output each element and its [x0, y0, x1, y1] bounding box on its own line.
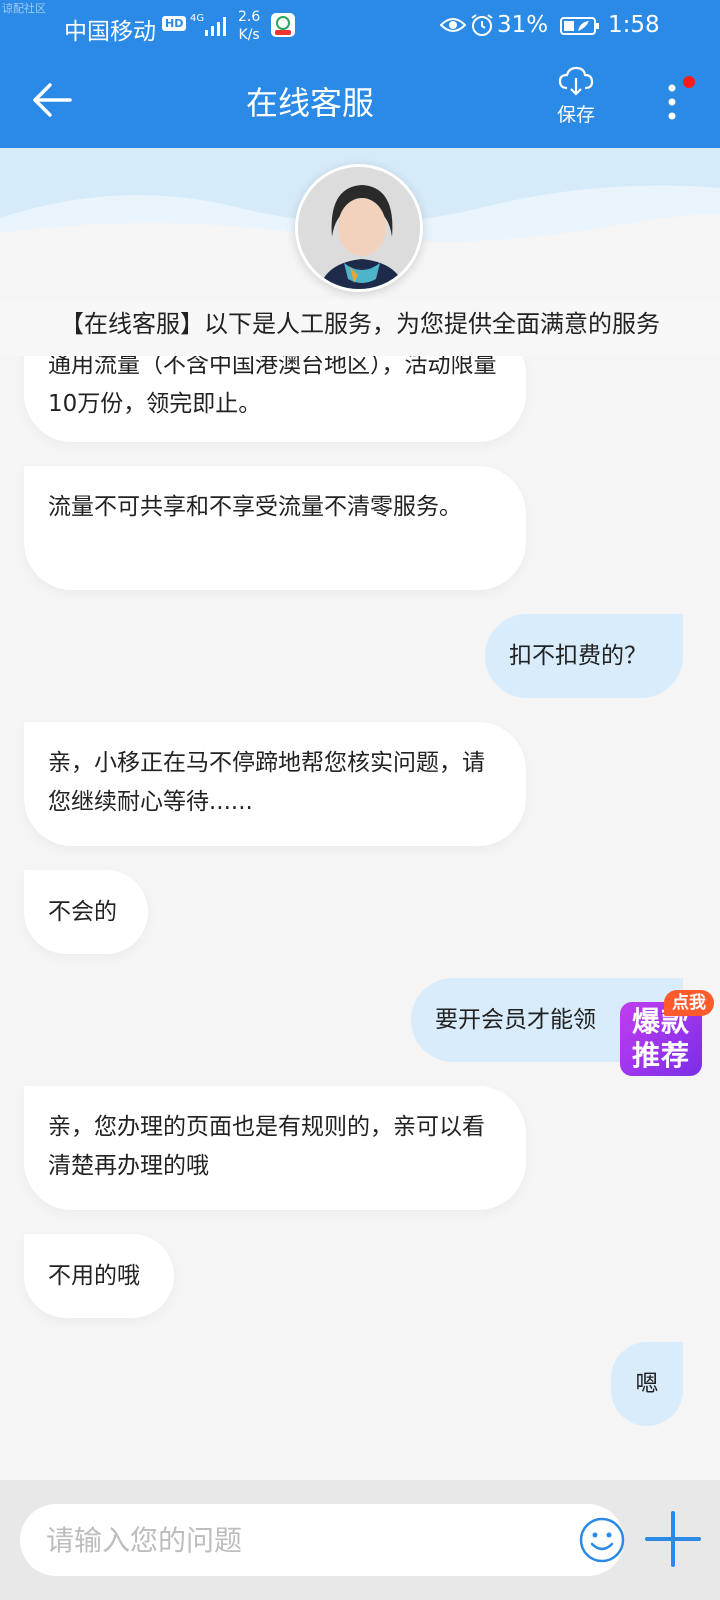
promo-tag: 点我 — [664, 990, 714, 1016]
speed-value: 2.6 — [238, 9, 261, 25]
service-notice: 【在线客服】以下是人工服务，为您提供全面满意的服务 — [0, 300, 720, 356]
add-attachment-icon[interactable] — [644, 1510, 702, 1568]
hd-badge: HD — [162, 16, 187, 31]
message-agent: 亲，您办理的页面也是有规则的，亲可以看清楚再办理的哦 — [24, 1086, 526, 1210]
message-agent: 通用流量（不含中国港澳台地区），活动限量10万份，领完即止。 — [24, 356, 526, 442]
message-user: 嗯 — [611, 1342, 683, 1426]
eye-icon — [440, 18, 466, 32]
input-box — [20, 1504, 626, 1576]
message-agent: 不会的 — [24, 870, 148, 954]
battery-icon — [560, 17, 599, 35]
network-type: 4G — [190, 13, 205, 24]
message-agent: 流量不可共享和不享受流量不清零服务。 — [24, 466, 526, 590]
emoji-icon[interactable] — [578, 1516, 626, 1564]
message-agent: 不用的哦 — [24, 1234, 174, 1318]
speed-unit: K/s — [238, 27, 260, 43]
chat-history[interactable]: 通用流量（不含中国港澳台地区），活动限量10万份，领完即止。 流量不可共享和不享… — [0, 356, 720, 1480]
save-button[interactable]: 保存 — [548, 66, 604, 127]
network-speed: 2.6 K/s — [238, 8, 260, 44]
message-agent: 亲，小移正在马不停蹄地帮您核实问题，请您继续耐心等待...... — [24, 722, 526, 846]
notification-dot — [683, 76, 695, 88]
signal-icon — [205, 17, 226, 36]
alarm-icon — [471, 14, 493, 36]
page-title: 在线客服 — [245, 84, 374, 122]
battery-percent: 31% — [497, 12, 549, 38]
save-label: 保存 — [556, 104, 595, 126]
status-bar: 谅配社区 中国移动 HD 4G 2.6 K/s 31% 1:58 — [0, 0, 720, 52]
app-header: 在线客服 保存 — [0, 52, 720, 148]
promo-line2: 推荐 — [631, 1039, 690, 1072]
clock: 1:58 — [608, 12, 660, 38]
promo-badge[interactable]: 爆款 推荐 点我 — [620, 990, 714, 1086]
question-input[interactable] — [46, 1504, 546, 1576]
watermark: 谅配社区 — [2, 2, 46, 15]
cloud-download-icon — [558, 66, 594, 96]
input-bar — [0, 1480, 720, 1600]
agent-photo-icon — [298, 167, 420, 289]
agent-avatar — [295, 164, 423, 292]
china-mobile-app-icon — [271, 13, 295, 37]
carrier-name: 中国移动 — [64, 19, 156, 45]
message-user: 扣不扣费的？ — [485, 614, 683, 698]
more-menu-icon[interactable] — [660, 82, 684, 122]
